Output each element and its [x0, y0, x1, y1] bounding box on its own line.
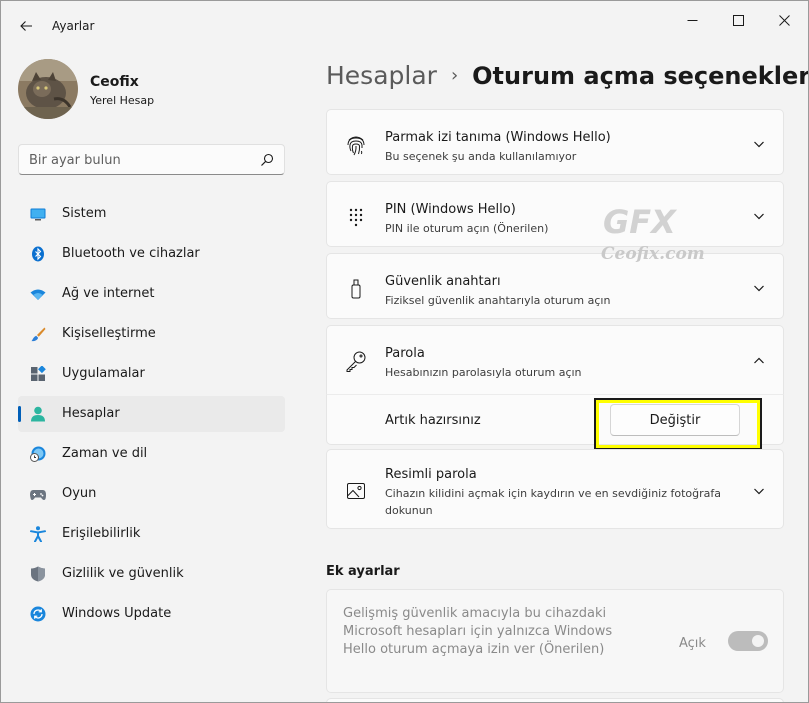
watermark: GFX Ceofix.com: [597, 199, 717, 269]
search-input[interactable]: [29, 151, 249, 169]
sidebar-item-privacy[interactable]: Gizlilik ve güvenlik: [18, 556, 285, 592]
sidebar-item-label: Zaman ve dil: [62, 446, 148, 461]
minimize-button[interactable]: [669, 5, 715, 35]
sidebar-item-personalization[interactable]: Kişiselleştirme: [18, 316, 285, 352]
option-subtitle: Bu seçenek şu anda kullanılamıyor: [385, 150, 577, 163]
option-title: Güvenlik anahtarı: [385, 274, 501, 289]
sidebar-item-label: Erişilebilirlik: [62, 526, 141, 541]
hello-only-toggle[interactable]: [728, 631, 768, 651]
option-title: Resimli parola: [385, 467, 477, 482]
sidebar-item-sistem[interactable]: Sistem: [18, 196, 285, 232]
extra-settings-title: Ek ayarlar: [326, 564, 400, 579]
sidebar-item-apps[interactable]: Uygulamalar: [18, 356, 285, 392]
title-bar: Ayarlar: [1, 1, 808, 49]
sidebar-nav: Sistem Bluetooth ve cihazlar Ağ ve inter…: [18, 196, 285, 636]
option-subtitle: Cihazın kilidini açmak için kaydırın ve …: [385, 487, 721, 517]
sidebar-item-accessibility[interactable]: Erişilebilirlik: [18, 516, 285, 552]
sidebar-item-gaming[interactable]: Oyun: [18, 476, 285, 512]
watermark-text: Ceofix.com: [601, 244, 705, 264]
sidebar-item-network[interactable]: Ağ ve internet: [18, 276, 285, 312]
hello-only-setting: Gelişmiş güvenlik amacıyla bu cihazdaki …: [326, 589, 784, 693]
minimize-icon: [687, 19, 697, 21]
option-subtitle: Hesabınızın parolasıyla oturum açın: [385, 366, 582, 379]
search-icon[interactable]: [260, 153, 274, 167]
cat-photo-icon: [18, 59, 78, 119]
usb-key-icon: [351, 279, 361, 299]
user-name: Ceofix: [90, 74, 139, 90]
monitor-icon: [30, 208, 46, 221]
close-icon: [778, 14, 790, 26]
sidebar-item-label: Ağ ve internet: [62, 286, 155, 301]
watermark-logo: GFX: [603, 203, 677, 241]
fingerprint-icon: [347, 136, 365, 156]
chevron-down-icon[interactable]: [753, 282, 765, 294]
breadcrumb-separator: ›: [450, 65, 459, 86]
sidebar-item-label: Sistem: [62, 206, 107, 221]
hello-only-description: Gelişmiş güvenlik amacıyla bu cihazdaki …: [343, 606, 613, 657]
password-option[interactable]: Parola Hesabınızın parolasıyla oturum aç…: [326, 325, 784, 395]
chevron-down-icon[interactable]: [753, 210, 765, 222]
sidebar-item-label: Hesaplar: [62, 406, 120, 421]
back-arrow-icon: [20, 21, 32, 31]
person-icon: [31, 406, 45, 422]
sidebar-item-label: Kişiselleştirme: [62, 326, 156, 341]
next-setting-card: [326, 698, 784, 702]
wifi-icon: [30, 289, 46, 300]
chevron-down-icon[interactable]: [753, 485, 765, 497]
sidebar-item-label: Uygulamalar: [62, 366, 145, 381]
sidebar-item-label: Gizlilik ve güvenlik: [62, 566, 184, 581]
toggle-knob: [752, 635, 764, 647]
pin-keypad-icon: [349, 208, 363, 227]
option-subtitle: Fiziksel güvenlik anahtarıyla oturum açı…: [385, 294, 611, 307]
brush-icon: [31, 327, 46, 342]
picture-password-option[interactable]: Resimli parola Cihazın kilidini açmak iç…: [326, 449, 784, 529]
back-button[interactable]: [13, 13, 39, 39]
page-title: Oturum açma seçenekleri: [472, 62, 809, 90]
search-box[interactable]: [18, 144, 285, 175]
picture-icon: [347, 483, 365, 499]
sidebar-item-time-language[interactable]: Zaman ve dil: [18, 436, 285, 472]
sidebar-item-label: Oyun: [62, 486, 97, 501]
breadcrumb: Hesaplar › Oturum açma seçenekleri: [326, 61, 809, 90]
accessibility-icon: [30, 526, 46, 542]
update-icon: [30, 606, 46, 622]
toggle-state-label: Açık: [679, 636, 706, 651]
avatar[interactable]: [18, 59, 78, 119]
sidebar-item-label: Windows Update: [62, 606, 172, 621]
chevron-up-icon[interactable]: [753, 355, 765, 367]
maximize-button[interactable]: [715, 5, 761, 35]
settings-window: Ayarlar Ceofix Yerel Hesap Bir ayar bulu…: [0, 0, 809, 703]
option-title: Parmak izi tanıma (Windows Hello): [385, 130, 611, 145]
clock-globe-icon: [30, 446, 46, 462]
shield-icon: [31, 566, 45, 582]
maximize-icon: [732, 14, 744, 26]
gamepad-icon: [30, 490, 46, 500]
option-title: PIN (Windows Hello): [385, 202, 516, 217]
sidebar-item-bluetooth[interactable]: Bluetooth ve cihazlar: [18, 236, 285, 272]
account-type: Yerel Hesap: [90, 94, 155, 107]
option-subtitle: PIN ile oturum açın (Önerilen): [385, 222, 549, 235]
close-button[interactable]: [761, 5, 807, 35]
key-icon: [346, 351, 366, 372]
chevron-down-icon[interactable]: [753, 138, 765, 150]
change-password-button[interactable]: Değiştir: [610, 404, 740, 436]
fingerprint-option[interactable]: Parmak izi tanıma (Windows Hello) Bu seç…: [326, 109, 784, 175]
bluetooth-icon: [32, 246, 44, 262]
password-status: Artık hazırsınız: [385, 413, 481, 428]
option-title: Parola: [385, 346, 425, 361]
sidebar-item-windows-update[interactable]: Windows Update: [18, 596, 285, 632]
gfx-logo-icon: GFX: [603, 203, 677, 241]
sidebar-item-label: Bluetooth ve cihazlar: [62, 246, 200, 261]
apps-icon: [31, 366, 46, 381]
app-title: Ayarlar: [52, 19, 95, 33]
breadcrumb-parent[interactable]: Hesaplar: [326, 61, 437, 90]
sidebar-item-accounts[interactable]: Hesaplar: [18, 396, 285, 432]
